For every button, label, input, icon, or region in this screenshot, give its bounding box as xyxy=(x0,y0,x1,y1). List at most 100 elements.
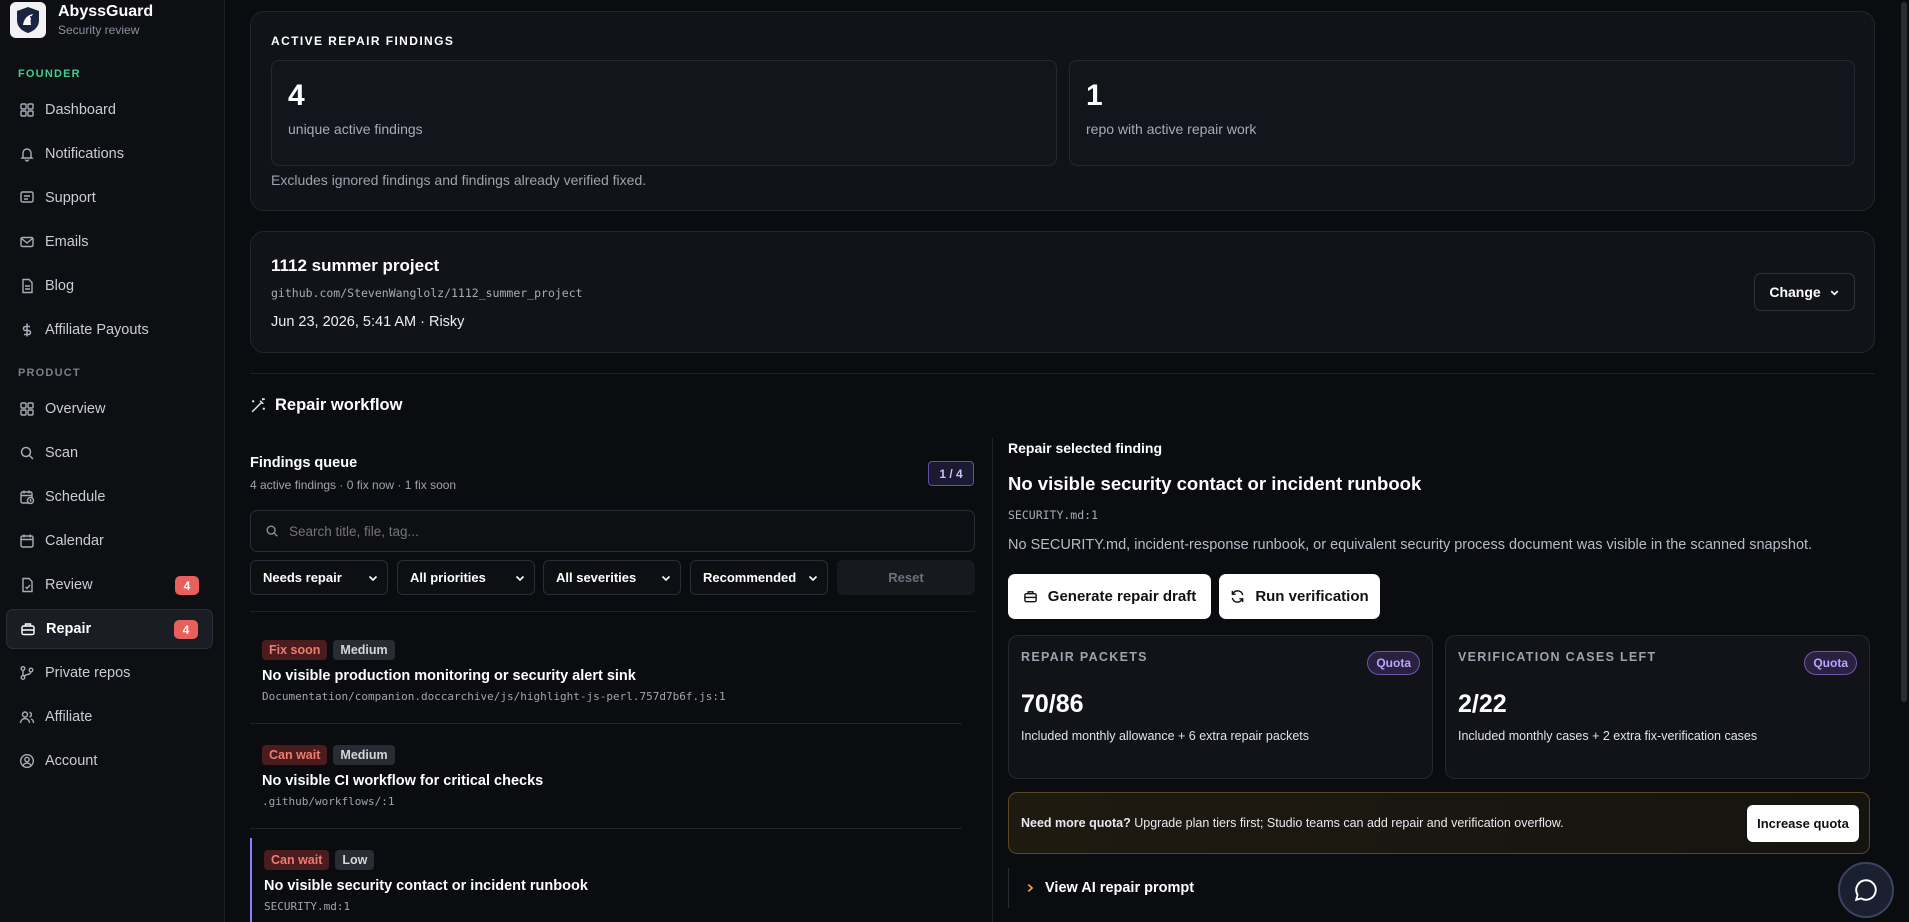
stat-value: 4 xyxy=(288,79,305,112)
detail-path: SECURITY.md:1 xyxy=(1008,508,1099,522)
sidebar: AbyssGuard Security review FOUNDER Dashb… xyxy=(0,0,225,922)
finding-title: No visible CI workflow for critical chec… xyxy=(262,773,544,789)
sidebar-item-calendar[interactable]: Calendar xyxy=(6,521,213,561)
status-filter-select[interactable]: Needs repair xyxy=(250,560,388,595)
refresh-icon xyxy=(1230,589,1245,604)
quota-value: 70/86 xyxy=(1021,690,1084,718)
stat-label: repo with active repair work xyxy=(1086,121,1257,137)
message-icon xyxy=(19,190,35,206)
sidebar-item-notifications[interactable]: Notifications xyxy=(6,134,213,174)
sidebar-item-label: Overview xyxy=(45,401,106,417)
project-card: 1112 summer project github.com/StevenWan… xyxy=(250,231,1875,353)
chat-support-button[interactable] xyxy=(1838,862,1894,918)
chat-bubble-icon xyxy=(1853,877,1879,903)
detail-description: No SECURITY.md, incident-response runboo… xyxy=(1008,537,1813,553)
sidebar-item-schedule[interactable]: Schedule xyxy=(6,477,213,517)
sort-select[interactable]: Recommended xyxy=(690,560,828,595)
reset-filters-button[interactable]: Reset xyxy=(837,560,975,595)
calendar-icon xyxy=(19,533,35,549)
run-verification-button[interactable]: Run verification xyxy=(1219,574,1380,619)
unique-findings-stat: 4 unique active findings xyxy=(271,60,1057,166)
mail-icon xyxy=(19,234,35,250)
chevron-down-icon xyxy=(1829,287,1840,298)
findings-queue-summary: 4 active findings · 0 fix now · 1 fix so… xyxy=(250,478,457,492)
severity-filter-value: All severities xyxy=(556,570,637,585)
sidebar-item-label: Emails xyxy=(45,234,89,250)
urgency-tag: Can wait xyxy=(262,745,328,765)
sidebar-item-label: Blog xyxy=(45,278,75,294)
sidebar-item-affiliate[interactable]: Affiliate xyxy=(6,697,213,737)
founder-section-label: FOUNDER xyxy=(18,68,81,80)
sidebar-item-label: Calendar xyxy=(45,533,104,549)
findings-search-input[interactable] xyxy=(289,523,949,539)
finding-path: Documentation/companion.doccarchive/js/h… xyxy=(262,690,726,703)
sidebar-item-overview[interactable]: Overview xyxy=(6,389,213,429)
findings-search-box[interactable] xyxy=(250,510,975,552)
finding-title: No visible production monitoring or secu… xyxy=(262,668,636,684)
sidebar-item-label: Account xyxy=(45,753,98,769)
change-label: Change xyxy=(1769,284,1821,300)
project-repo-url: github.com/StevenWanglolz/1112_summer_pr… xyxy=(271,286,583,300)
sidebar-item-private-repos[interactable]: Private repos xyxy=(6,653,213,693)
review-doc-icon xyxy=(19,577,35,593)
dashboard-icon xyxy=(19,102,35,118)
sidebar-item-affiliate-payouts[interactable]: Affiliate Payouts xyxy=(6,310,213,350)
verification-cases-quota: VERIFICATION CASES LEFT Quota 2/22 Inclu… xyxy=(1445,635,1870,779)
generate-label: Generate repair draft xyxy=(1047,588,1197,605)
view-ai-repair-prompt-toggle[interactable]: View AI repair prompt xyxy=(1008,868,1194,908)
severity-tag: Medium xyxy=(333,640,395,660)
repair-workflow-title: Repair workflow xyxy=(275,396,403,414)
findings-queue-title: Findings queue xyxy=(250,455,358,471)
brand[interactable]: AbyssGuard Security review xyxy=(10,2,153,38)
column-divider xyxy=(992,438,993,922)
finding-row[interactable]: Fix soon Medium No visible production mon… xyxy=(250,640,962,724)
toolbox-icon xyxy=(20,621,36,637)
severity-tag: Low xyxy=(335,850,375,870)
stat-label: unique active findings xyxy=(288,121,423,137)
finding-row-selected[interactable]: Can wait Low No visible security contact … xyxy=(250,838,962,922)
upsell-body: Upgrade plan tiers first; Studio teams c… xyxy=(1130,816,1564,830)
bell-icon xyxy=(19,146,35,162)
status-filter-value: Needs repair xyxy=(263,570,342,585)
finding-path: SECURITY.md:1 xyxy=(264,900,351,913)
upsell-text: Need more quota? Upgrade plan tiers firs… xyxy=(1021,816,1564,830)
sidebar-item-dashboard[interactable]: Dashboard xyxy=(6,90,213,130)
urgency-tag: Can wait xyxy=(264,850,330,870)
generate-repair-draft-button[interactable]: Generate repair draft xyxy=(1008,574,1211,619)
sidebar-item-blog[interactable]: Blog xyxy=(6,266,213,306)
sidebar-item-review[interactable]: Review 4 xyxy=(6,565,213,605)
severity-filter-select[interactable]: All severities xyxy=(543,560,681,595)
sidebar-item-emails[interactable]: Emails xyxy=(6,222,213,262)
change-project-button[interactable]: Change xyxy=(1754,273,1855,311)
finding-title: No visible security contact or incident … xyxy=(264,878,588,894)
chevron-down-icon xyxy=(514,572,526,584)
sidebar-item-label: Support xyxy=(45,190,96,206)
active-findings-card: ACTIVE REPAIR FINDINGS 4 unique active f… xyxy=(250,11,1875,211)
repair-workflow-header: Repair workflow xyxy=(250,396,402,415)
document-icon xyxy=(19,278,35,294)
view-prompt-label: View AI repair prompt xyxy=(1045,880,1195,896)
chevron-down-icon xyxy=(807,572,819,584)
finding-row[interactable]: Can wait Medium No visible CI workflow fo… xyxy=(250,745,962,829)
sidebar-item-account[interactable]: Account xyxy=(6,741,213,781)
git-branch-icon xyxy=(19,665,35,681)
sidebar-item-label: Review xyxy=(45,577,93,593)
active-findings-title: ACTIVE REPAIR FINDINGS xyxy=(271,34,455,48)
dollar-icon xyxy=(19,322,35,338)
sort-value: Recommended xyxy=(703,570,797,585)
priority-filter-value: All priorities xyxy=(410,570,486,585)
sidebar-item-label: Repair xyxy=(46,621,92,637)
sidebar-item-repair[interactable]: Repair 4 xyxy=(6,609,213,649)
sidebar-item-label: Schedule xyxy=(45,489,106,505)
priority-filter-select[interactable]: All priorities xyxy=(397,560,535,595)
quota-upsell-banner: Need more quota? Upgrade plan tiers firs… xyxy=(1008,792,1870,854)
sidebar-item-support[interactable]: Support xyxy=(6,178,213,218)
chevron-right-icon xyxy=(1025,883,1035,893)
brand-name: AbyssGuard xyxy=(58,2,154,20)
page-scrollbar-thumb[interactable] xyxy=(1901,2,1907,702)
page-scrollbar-track[interactable] xyxy=(1899,0,1909,922)
sidebar-item-scan[interactable]: Scan xyxy=(6,433,213,473)
quota-title: REPAIR PACKETS xyxy=(1021,650,1148,664)
quota-title: VERIFICATION CASES LEFT xyxy=(1458,650,1657,664)
increase-quota-button[interactable]: Increase quota xyxy=(1747,805,1859,842)
